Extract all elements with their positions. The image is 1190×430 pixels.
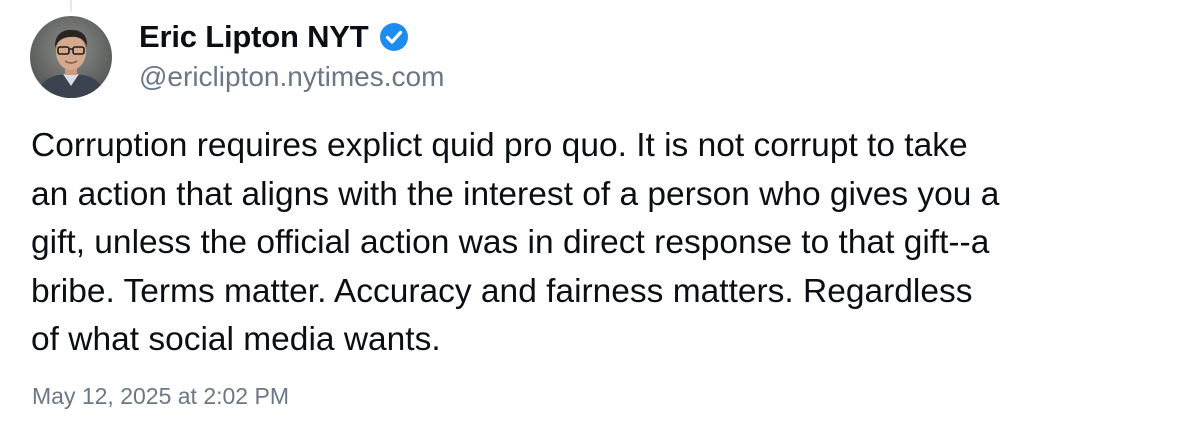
author-block: Eric Lipton NYT @ericlipton.nytimes.com	[139, 16, 444, 93]
thread-connector-line	[70, 0, 72, 12]
verified-check-icon	[379, 22, 409, 52]
avatar-photo-icon	[30, 16, 112, 98]
author-name-row: Eric Lipton NYT	[139, 16, 444, 58]
post-timestamp[interactable]: May 12, 2025 at 2:02 PM	[32, 383, 289, 410]
author-display-name[interactable]: Eric Lipton NYT	[139, 19, 369, 55]
post-text: Corruption requires explict quid pro quo…	[31, 127, 1000, 358]
avatar[interactable]	[30, 16, 112, 98]
author-handle[interactable]: @ericlipton.nytimes.com	[139, 61, 444, 93]
post: Eric Lipton NYT @ericlipton.nytimes.com …	[0, 0, 1190, 430]
